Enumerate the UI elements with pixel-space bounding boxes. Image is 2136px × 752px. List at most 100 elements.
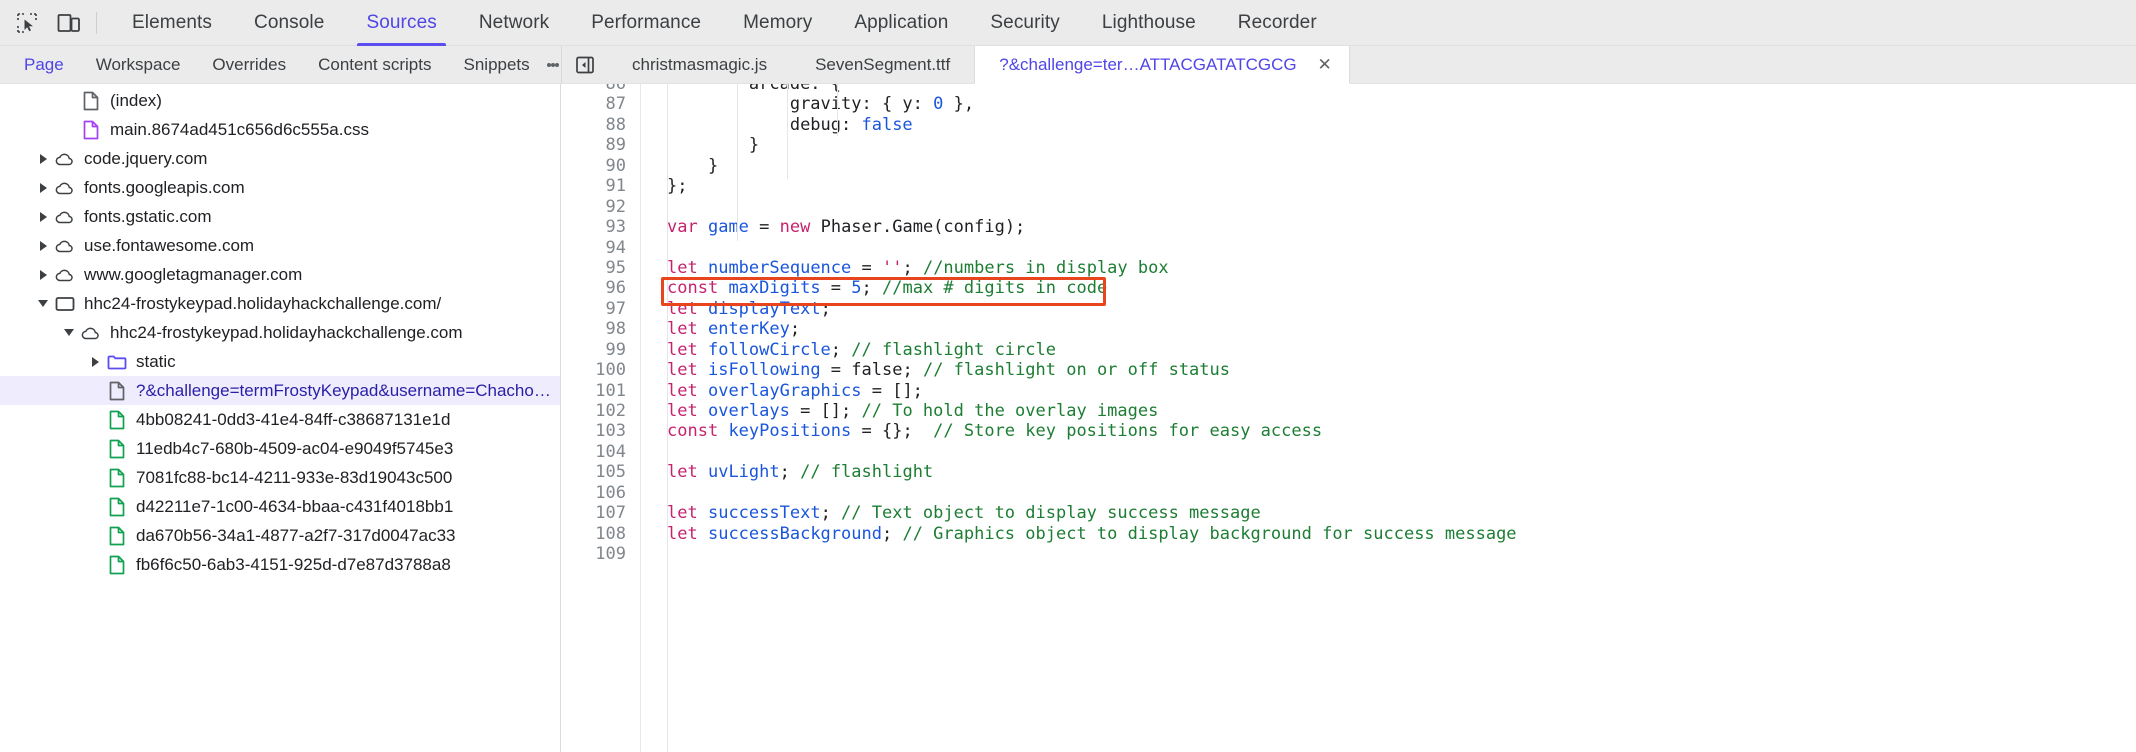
code-line[interactable]: debug: false <box>641 115 2136 135</box>
line-number-gutter: 86 87 88 89 90 91 92 93 94 95 96 97 98 99 100 101 102 103… <box>561 84 641 752</box>
file-navigator-tree[interactable]: (index) main.8674ad451c656d6c555a.css code… <box>0 84 561 752</box>
tree-row[interactable]: (index) <box>0 86 560 115</box>
panel-tab-label: Security <box>990 11 1060 33</box>
chevron-right-icon[interactable] <box>34 237 52 255</box>
chevron-down-icon[interactable] <box>60 324 78 342</box>
tree-row[interactable]: code.jquery.com <box>0 144 560 173</box>
code-line[interactable]: const keyPositions = {}; // Store key po… <box>641 421 2136 441</box>
line-number: 104 <box>595 441 626 462</box>
tree-row[interactable]: d42211e7-1c00-4634-bbaa-c431f4018bb1 <box>0 492 560 521</box>
tree-row[interactable]: www.googletagmanager.com <box>0 260 560 289</box>
chevron-down-icon[interactable] <box>34 295 52 313</box>
code-line[interactable]: } <box>641 156 2136 176</box>
inspect-element-icon[interactable] <box>6 4 48 42</box>
panel-tab-application[interactable]: Application <box>833 0 969 46</box>
close-icon[interactable]: ✕ <box>1315 55 1335 75</box>
code-line[interactable] <box>641 238 2136 258</box>
editor-tab[interactable]: christmasmagic.js <box>608 46 791 83</box>
code-line[interactable] <box>641 544 2136 564</box>
code-token: false <box>861 114 913 135</box>
chevron-right-icon[interactable] <box>34 150 52 168</box>
tree-row[interactable]: use.fontawesome.com <box>0 231 560 260</box>
code-line[interactable] <box>641 483 2136 503</box>
tree-row[interactable]: main.8674ad451c656d6c555a.css <box>0 115 560 144</box>
line-number: 106 <box>595 482 626 503</box>
panel-tab-lighthouse[interactable]: Lighthouse <box>1081 0 1217 46</box>
code-line[interactable]: let uvLight; // flashlight <box>641 462 2136 482</box>
device-toolbar-icon[interactable] <box>48 4 90 42</box>
code-line[interactable]: }; <box>641 176 2136 196</box>
line-number: 105 <box>595 462 626 483</box>
panel-tab-elements[interactable]: Elements <box>111 0 233 46</box>
tree-item-label: main.8674ad451c656d6c555a.css <box>110 119 369 139</box>
code-line[interactable]: let successText; // Text object to displ… <box>641 503 2136 523</box>
editor-tab[interactable]: SevenSegment.ttf <box>791 46 974 83</box>
code-line[interactable]: let overlayGraphics = []; <box>641 381 2136 401</box>
tree-row[interactable]: fb6f6c50-6ab3-4151-925d-d7e87d3788a8 <box>0 550 560 579</box>
tree-row[interactable]: 4bb08241-0dd3-41e4-84ff-c38687131e1d <box>0 405 560 434</box>
code-line[interactable]: arcade: { <box>641 84 2136 94</box>
file-icon <box>106 467 128 489</box>
more-options-icon[interactable] <box>546 46 561 83</box>
navigator-tab-overrides[interactable]: Overrides <box>196 46 302 83</box>
code-token: = <box>851 257 882 278</box>
code-line[interactable]: let followCircle; // flashlight circle <box>641 340 2136 360</box>
chevron-right-icon[interactable] <box>34 266 52 284</box>
editor-tab-label: christmasmagic.js <box>632 54 768 74</box>
panel-tab-recorder[interactable]: Recorder <box>1217 0 1338 46</box>
tree-row[interactable]: static <box>0 347 560 376</box>
code-token: ; <box>902 360 923 381</box>
code-line[interactable]: let isFollowing = false; // flashlight o… <box>641 360 2136 380</box>
main-toolbar: Elements Console Sources Network Performance… <box>0 0 2136 46</box>
tree-row[interactable]: hhc24-frostykeypad.holidayhackchallenge.… <box>0 289 560 318</box>
code-token: overlays <box>707 401 790 421</box>
code-token: ; <box>779 462 801 483</box>
code-line[interactable] <box>641 197 2136 217</box>
tree-row[interactable]: da670b56-34a1-4877-a2f7-317d0047ac33 <box>0 521 560 550</box>
navigator-tab-content-scripts[interactable]: Content scripts <box>302 46 447 83</box>
navigator-tab-workspace[interactable]: Workspace <box>80 46 197 83</box>
tree-row[interactable]: 11edb4c7-680b-4509-ac04-e9049f5745e3 <box>0 434 560 463</box>
code-line[interactable]: const maxDigits = 5; //max # digits in c… <box>641 278 2136 298</box>
code-content[interactable]: arcade: { gravity: { y: 0 }, debug: fals… <box>641 84 2136 752</box>
code-token: let <box>667 360 698 381</box>
tree-row[interactable]: fonts.googleapis.com <box>0 173 560 202</box>
code-line[interactable]: let enterKey; <box>641 319 2136 339</box>
tree-row[interactable]: fonts.gstatic.com <box>0 202 560 231</box>
cloud-icon <box>54 148 76 170</box>
code-line[interactable]: let numberSequence = ''; //numbers in di… <box>641 258 2136 278</box>
file-icon <box>106 554 128 576</box>
panel-tab-console[interactable]: Console <box>233 0 345 46</box>
code-token: Phaser.Game(config); <box>810 217 1026 238</box>
chevron-right-icon[interactable] <box>34 179 52 197</box>
panel-tab-network[interactable]: Network <box>458 0 570 46</box>
code-token: = []; <box>861 380 923 401</box>
code-token: // Store key positions for easy access <box>933 421 1323 442</box>
chevron-right-icon[interactable] <box>86 353 104 371</box>
tree-row[interactable]: hhc24-frostykeypad.holidayhackchallenge.… <box>0 318 560 347</box>
panel-tab-performance[interactable]: Performance <box>570 0 722 46</box>
code-line[interactable]: let overlays = []; // To hold the overla… <box>641 401 2136 421</box>
chevron-right-icon[interactable] <box>34 208 52 226</box>
code-line[interactable]: let successBackground; // Graphics objec… <box>641 524 2136 544</box>
code-line[interactable]: var game = new Phaser.Game(config); <box>641 217 2136 237</box>
code-token: = {}; <box>851 421 934 442</box>
code-token: 0 <box>933 94 944 115</box>
source-code-editor[interactable]: 86 87 88 89 90 91 92 93 94 95 96 97 98 99 100 101 102 103… <box>561 84 2136 752</box>
code-line[interactable] <box>641 442 2136 462</box>
navigator-tab-snippets[interactable]: Snippets <box>448 46 546 83</box>
tree-row-selected[interactable]: ?&challenge=termFrostyKeypad&username=Ch… <box>0 376 560 405</box>
panel-tab-sources[interactable]: Sources <box>345 0 457 46</box>
collapse-navigator-icon[interactable] <box>562 46 608 83</box>
panel-tab-security[interactable]: Security <box>969 0 1080 46</box>
navigator-tab-page[interactable]: Page <box>8 46 80 83</box>
editor-tab[interactable]: ?&challenge=ter…ATTACGATATCGCG ✕ <box>974 46 1350 84</box>
code-line[interactable]: } <box>641 135 2136 155</box>
tree-row[interactable]: 7081fc88-bc14-4211-933e-83d19043c500 <box>0 463 560 492</box>
panel-tab-memory[interactable]: Memory <box>722 0 833 46</box>
code-line[interactable]: let displayText; <box>641 299 2136 319</box>
tree-item-label: www.googletagmanager.com <box>84 264 303 284</box>
code-line[interactable]: gravity: { y: 0 }, <box>641 94 2136 114</box>
code-token: ; <box>820 298 831 319</box>
